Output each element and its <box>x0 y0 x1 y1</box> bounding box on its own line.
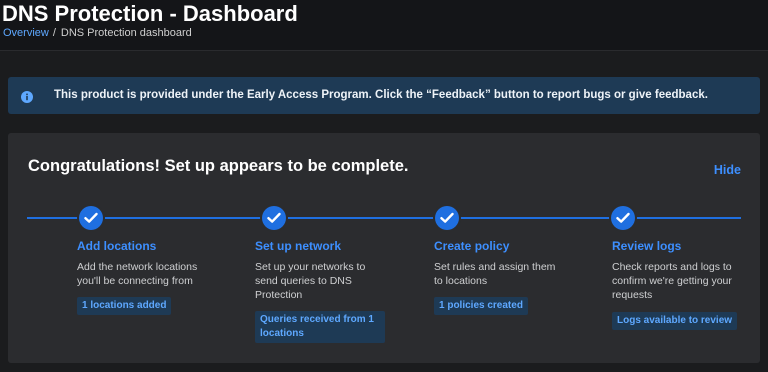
step-review-logs-desc: Check reports and logs to confirm we're … <box>612 261 732 301</box>
breadcrumb-overview-link[interactable]: Overview <box>3 27 49 39</box>
step-set-up-network-link[interactable]: Set up network <box>255 238 341 254</box>
breadcrumb-current: DNS Protection dashboard <box>60 27 192 39</box>
info-icon <box>21 90 33 103</box>
card-title: Congratulations! Set up appears to be co… <box>28 157 409 175</box>
step-review-logs-link[interactable]: Review logs <box>612 238 681 254</box>
step-add-locations-desc: Add the network locations you'll be conn… <box>77 261 198 287</box>
breadcrumb: Overview / DNS Protection dashboard <box>3 26 192 40</box>
step-complete-check-icon <box>262 206 286 230</box>
step-create-policy-badge: 1 policies created <box>434 297 528 315</box>
page-title: DNS Protection - Dashboard <box>2 1 298 26</box>
step-complete-check-icon <box>79 206 103 230</box>
page-header: DNS Protection - Dashboard Overview / DNS … <box>0 0 768 51</box>
setup-complete-card: Congratulations! Set up appears to be co… <box>8 133 760 363</box>
banner-message: This product is provided under the Early… <box>54 89 708 101</box>
step-set-up-network-desc: Set up your networks to send queries to … <box>255 261 366 301</box>
breadcrumb-separator: / <box>52 27 56 39</box>
early-access-banner: This product is provided under the Early… <box>8 77 760 114</box>
step-add-locations-badge: 1 locations added <box>77 297 172 315</box>
step-complete-check-icon <box>611 206 635 230</box>
step-create-policy-link[interactable]: Create policy <box>434 238 509 254</box>
step-create-policy-desc: Set rules and assign them to locations <box>434 261 556 287</box>
hide-button[interactable]: Hide <box>714 162 741 178</box>
step-review-logs-badge: Logs available to review <box>612 312 738 330</box>
step-add-locations-link[interactable]: Add locations <box>77 238 156 254</box>
step-complete-check-icon <box>435 206 459 230</box>
step-set-up-network-badge: Queries received from 1 locations <box>255 311 385 343</box>
